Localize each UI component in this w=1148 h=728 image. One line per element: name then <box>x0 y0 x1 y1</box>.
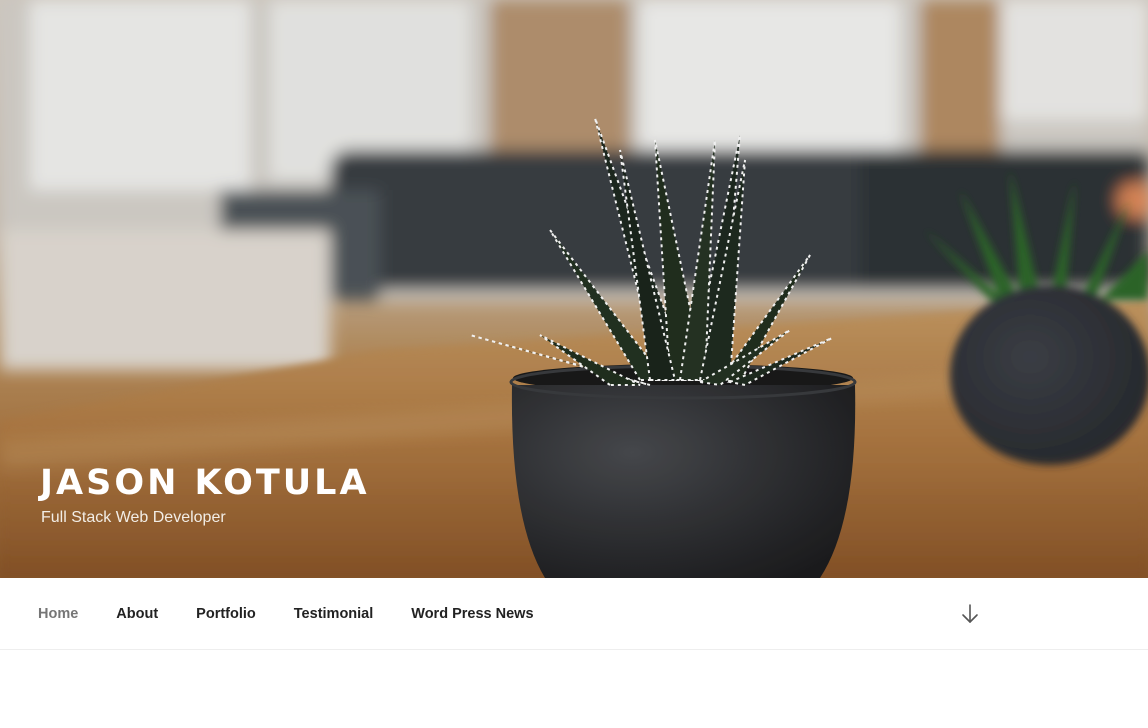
nav-menu: Home About Portfolio Testimonial Word Pr… <box>38 578 572 650</box>
main-navigation: Home About Portfolio Testimonial Word Pr… <box>0 578 1148 650</box>
site-title[interactable]: JASON KOTULA <box>40 462 370 504</box>
nav-item-testimonial[interactable]: Testimonial <box>294 606 374 622</box>
nav-item-wordpress-news[interactable]: Word Press News <box>411 606 533 622</box>
nav-item-home[interactable]: Home <box>38 606 78 622</box>
header-hero: JASON KOTULA Full Stack Web Developer <box>0 0 1148 578</box>
arrow-down-icon[interactable] <box>958 602 982 626</box>
site-tagline: Full Stack Web Developer <box>41 509 226 526</box>
nav-item-portfolio[interactable]: Portfolio <box>196 606 256 622</box>
site-branding: JASON KOTULA Full Stack Web Developer <box>40 462 370 528</box>
nav-item-about[interactable]: About <box>116 606 158 622</box>
